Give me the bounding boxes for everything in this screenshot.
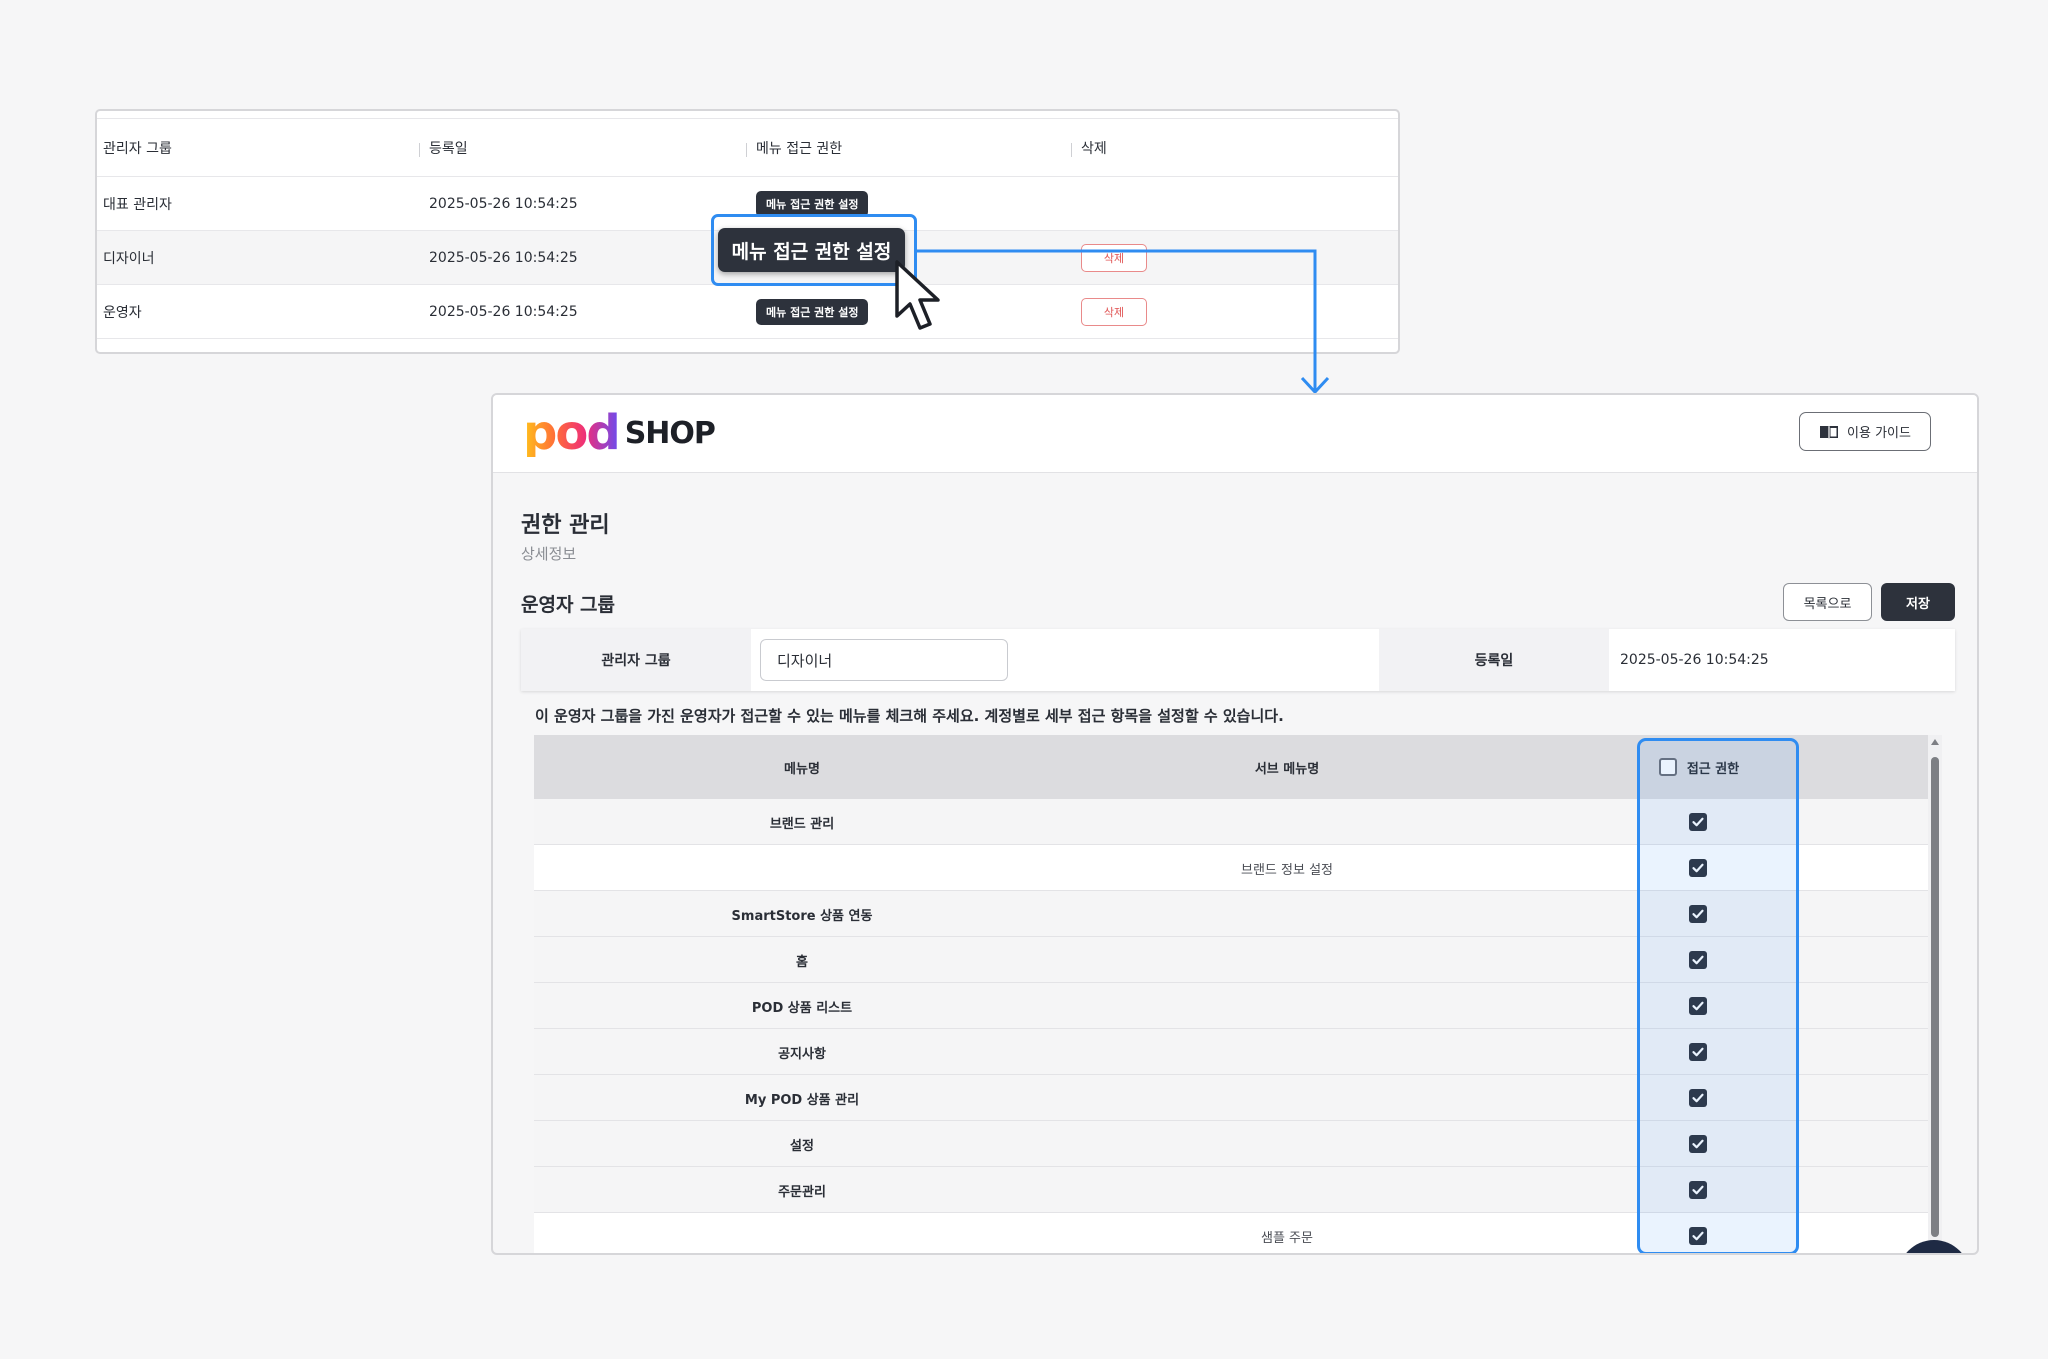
group-name-input[interactable]: 디자이너 (760, 639, 1008, 681)
menu-name: 주문관리 (778, 1184, 826, 1200)
delete-button[interactable]: 삭제 (1081, 243, 1147, 272)
menu-access-setting-button[interactable]: 메뉴 접근 권한 설정 (756, 190, 869, 217)
menu-access-setting-button-highlighted[interactable]: 메뉴 접근 권한 설정 (718, 228, 905, 272)
list-header-row: 관리자 그룹 등록일 메뉴 접근 권한 삭제 (97, 118, 1398, 177)
row-menu-access-cell: 메뉴 접근 권한 설정 (756, 285, 869, 338)
row-date: 2025-05-26 10:54:25 (429, 249, 578, 266)
sub-menu-name (1070, 1029, 1504, 1075)
scroll-up-arrow-icon[interactable] (1931, 739, 1939, 745)
menu-name: My POD 상품 관리 (744, 1092, 860, 1108)
date-value: 2025-05-26 10:54:25 (1620, 652, 1769, 668)
scrollbar[interactable] (1928, 735, 1942, 1253)
header-divider (1071, 143, 1072, 157)
menu-name: SmartStore 상품 연동 (731, 908, 873, 924)
instruction-text: 이 운영자 그룹을 가진 운영자가 접근할 수 있는 메뉴를 체크해 주세요. … (535, 707, 1284, 725)
group-info-table: 관리자 그룹 디자이너 등록일 2025-05-26 10:54:25 (521, 629, 1955, 691)
header-delete: 삭제 (1081, 140, 1107, 157)
row-delete-cell: 삭제 (1081, 285, 1147, 338)
menu-name (534, 1213, 1070, 1253)
page-title: 권한 관리 (521, 513, 610, 538)
menu-name: 홈 (796, 954, 808, 970)
back-to-list-button[interactable]: 목록으로 (1783, 583, 1872, 621)
sub-menu-name (1070, 937, 1504, 983)
access-column-highlight (1637, 738, 1799, 1253)
sub-menu-name (1070, 983, 1504, 1029)
row-delete-cell: 삭제 (1081, 231, 1147, 284)
sub-menu-name (1070, 1121, 1504, 1167)
mouse-cursor-icon (895, 260, 940, 330)
header-divider (746, 143, 747, 157)
header-sub-menu-name: 서브 메뉴명 (1254, 761, 1320, 777)
menu-access-setting-button[interactable]: 메뉴 접근 권한 설정 (756, 298, 869, 325)
row-group: 운영자 (103, 304, 142, 321)
save-button[interactable]: 저장 (1881, 583, 1955, 621)
sub-menu-name: 샘플 주문 (1261, 1230, 1313, 1246)
sub-menu-name (1070, 799, 1504, 845)
header-menu-name: 메뉴명 (784, 761, 820, 777)
logo-text: SHOP (624, 415, 716, 451)
menu-name: 설정 (790, 1138, 814, 1154)
header-divider (419, 143, 420, 157)
table-row[interactable]: 운영자 2025-05-26 10:54:25 메뉴 접근 권한 설정 삭제 (97, 285, 1398, 339)
app-header: pod SHOP 이용 가이드 (493, 395, 1977, 473)
header-group: 관리자 그룹 (103, 140, 172, 157)
sub-menu-name: 브랜드 정보 설정 (1241, 862, 1333, 878)
sub-menu-name (1070, 1075, 1504, 1121)
row-date: 2025-05-26 10:54:25 (429, 303, 578, 320)
menu-name (534, 845, 1070, 891)
header-menu-access: 메뉴 접근 권한 (756, 140, 843, 157)
date-label: 등록일 (1379, 629, 1609, 691)
sub-menu-name (1070, 891, 1504, 937)
menu-name: 브랜드 관리 (769, 816, 835, 832)
logo-mark: pod (523, 405, 621, 461)
permission-detail-window: pod SHOP 이용 가이드 권한 관리 상세정보 운영자 그룹 목록으로 저… (491, 393, 1979, 1255)
row-date: 2025-05-26 10:54:25 (429, 195, 578, 212)
section-title: 운영자 그룹 (521, 594, 616, 616)
sub-menu-name (1070, 1167, 1504, 1213)
usage-guide-button[interactable]: 이용 가이드 (1799, 412, 1931, 451)
page-subtitle: 상세정보 (521, 545, 577, 563)
delete-button[interactable]: 삭제 (1081, 297, 1147, 326)
scrollbar-thumb[interactable] (1931, 757, 1939, 1237)
row-group: 디자이너 (103, 250, 155, 267)
usage-guide-label: 이용 가이드 (1847, 426, 1911, 441)
group-label: 관리자 그룹 (521, 629, 751, 691)
menu-name: POD 상품 리스트 (751, 1000, 853, 1016)
pod-shop-logo[interactable]: pod SHOP (523, 405, 716, 461)
row-group: 대표 관리자 (103, 196, 172, 213)
menu-name: 공지사항 (778, 1046, 826, 1062)
book-icon (1820, 425, 1839, 439)
header-date: 등록일 (429, 140, 468, 157)
